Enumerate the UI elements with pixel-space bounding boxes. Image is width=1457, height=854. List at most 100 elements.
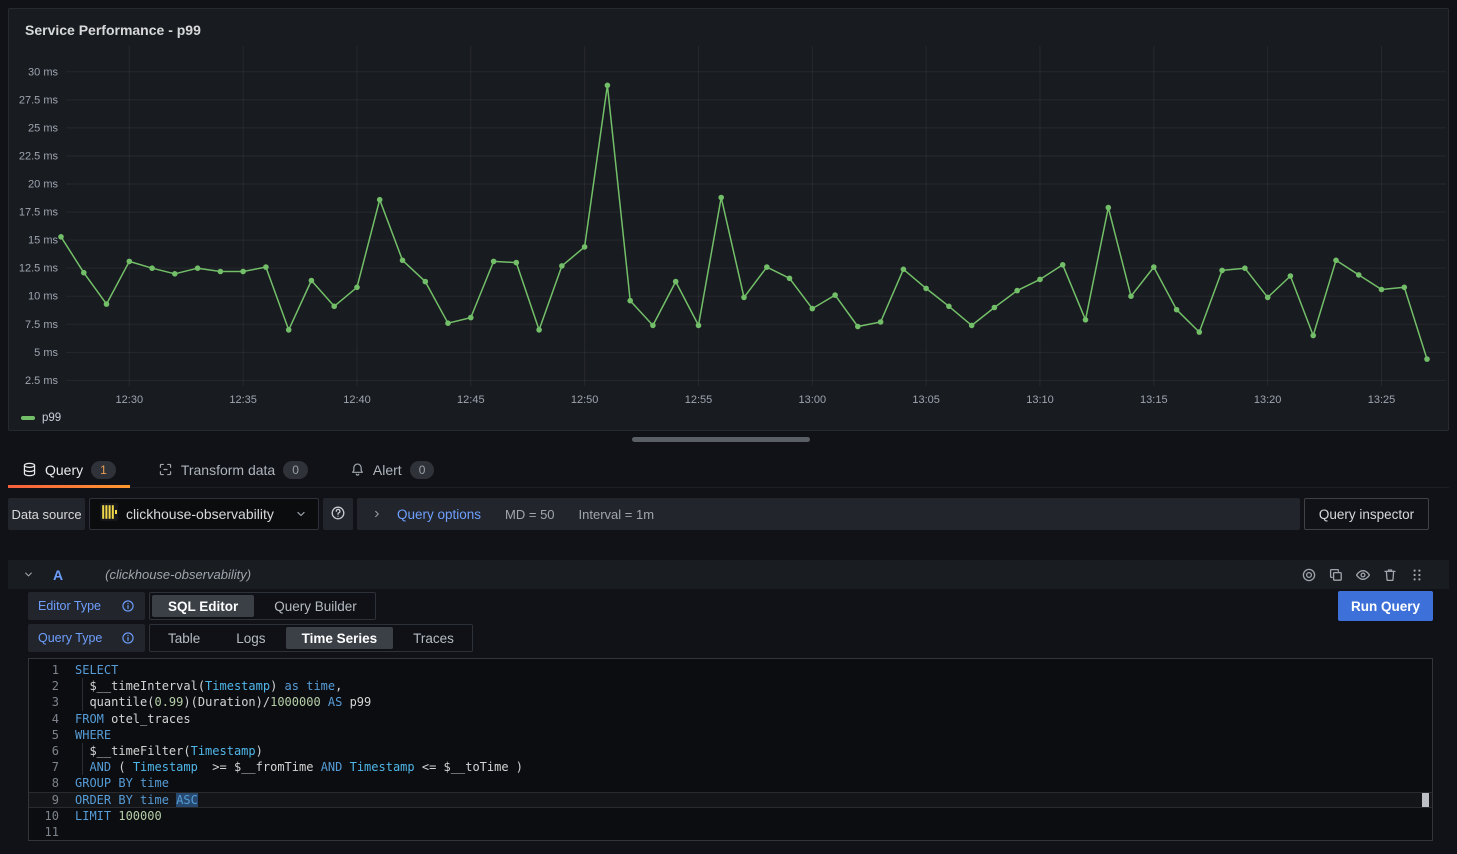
datasource-help-button[interactable] [323, 498, 353, 530]
interval-value: Interval = 1m [579, 507, 655, 522]
tab-transform-data[interactable]: Transform data 0 [144, 452, 322, 487]
code-line-2: 2 $__timeInterval(Timestamp) as time, [29, 678, 1432, 694]
query-row-header: A (clickhouse-observability) [8, 560, 1449, 589]
svg-text:12:40: 12:40 [343, 394, 371, 406]
svg-text:2.5 ms: 2.5 ms [25, 375, 59, 387]
info-circle-icon[interactable] [121, 631, 135, 645]
svg-text:13:25: 13:25 [1368, 394, 1396, 406]
line-number: 9 [29, 792, 75, 808]
svg-text:13:20: 13:20 [1254, 394, 1282, 406]
line-number: 10 [29, 808, 75, 824]
datasource-label: Data source [8, 498, 85, 530]
query-options-bar: Query options MD = 50 Interval = 1m [357, 498, 1300, 530]
code-line-5: 5WHERE [29, 727, 1432, 743]
tab-count-badge: 0 [410, 461, 435, 479]
svg-text:10 ms: 10 ms [28, 291, 58, 303]
code-line-7: 7 AND ( Timestamp >= $__fromTime AND Tim… [29, 759, 1432, 775]
question-circle-icon [330, 505, 346, 524]
tab-label: Query [45, 462, 83, 478]
panel-editor-tabs: Query 1 Transform data 0 Alert 0 [8, 452, 1449, 488]
line-number: 1 [29, 662, 75, 678]
code-line-9: 9ORDER BY time ASC [29, 792, 1432, 808]
query-options-link[interactable]: Query options [397, 507, 481, 522]
query-datasource-hint: (clickhouse-observability) [105, 567, 251, 582]
tab-query[interactable]: Query 1 [8, 452, 130, 487]
query-actions [1301, 567, 1425, 583]
toggle-option-table[interactable]: Table [152, 627, 216, 649]
timeseries-panel: Service Performance - p99 2.5 ms5 ms7.5 … [8, 8, 1449, 431]
legend-item-p99[interactable]: p99 [21, 412, 61, 424]
line-number: 11 [29, 824, 75, 840]
toggle-option-query-builder[interactable]: Query Builder [258, 595, 373, 617]
svg-text:17.5 ms: 17.5 ms [19, 207, 59, 219]
chevron-down-icon [294, 507, 308, 521]
legend-series-swatch [21, 416, 35, 420]
drag-handle-icon[interactable] [1409, 567, 1425, 583]
editor-type-label: Editor Type [28, 592, 145, 620]
code-line-6: 6 $__timeFilter(Timestamp) [29, 743, 1432, 759]
run-query-button[interactable]: Run Query [1338, 591, 1433, 621]
svg-text:7.5 ms: 7.5 ms [25, 319, 59, 331]
datasource-selected-value: clickhouse-observability [126, 506, 286, 522]
svg-text:5 ms: 5 ms [34, 347, 58, 359]
chevron-right-icon[interactable] [371, 508, 383, 520]
bell-icon [350, 462, 365, 477]
collapse-chevron-icon[interactable] [22, 568, 35, 581]
line-number: 7 [29, 759, 75, 775]
query-inspector-button[interactable]: Query inspector [1304, 498, 1429, 530]
svg-text:15 ms: 15 ms [28, 235, 58, 247]
toggle-option-sql-editor[interactable]: SQL Editor [152, 595, 254, 617]
copy-icon[interactable] [1328, 567, 1344, 583]
database-icon [22, 462, 37, 477]
transform-icon [158, 462, 173, 477]
line-number: 6 [29, 743, 75, 759]
code-line-1: 1SELECT [29, 662, 1432, 678]
toggle-option-time-series[interactable]: Time Series [286, 627, 394, 649]
trash-icon[interactable] [1382, 567, 1398, 583]
editor-type-toggle: SQL EditorQuery Builder [149, 592, 376, 620]
tab-count-badge: 0 [283, 461, 308, 479]
line-number: 3 [29, 694, 75, 710]
svg-text:12:30: 12:30 [116, 394, 144, 406]
svg-text:12:35: 12:35 [229, 394, 257, 406]
svg-text:20 ms: 20 ms [28, 179, 58, 191]
query-type-toggle: TableLogsTime SeriesTraces [149, 624, 473, 652]
svg-text:13:05: 13:05 [912, 394, 940, 406]
datasource-bar: Data source clickhouse-observability Que… [8, 498, 1429, 530]
tab-alert[interactable]: Alert 0 [336, 452, 448, 487]
clickhouse-logo [100, 503, 118, 526]
sql-code-editor[interactable]: 1SELECT2 $__timeInterval(Timestamp) as t… [28, 658, 1433, 841]
code-line-10: 10LIMIT 100000 [29, 808, 1432, 824]
max-data-points-value: MD = 50 [505, 507, 555, 522]
query-ref-id: A [53, 567, 63, 583]
svg-text:22.5 ms: 22.5 ms [19, 150, 59, 162]
editor-overview-cursor [1422, 793, 1429, 807]
toggle-option-traces[interactable]: Traces [397, 627, 470, 649]
svg-text:12.5 ms: 12.5 ms [19, 263, 59, 275]
legend-series-label: p99 [42, 412, 61, 424]
code-line-3: 3 quantile(0.99)(Duration)/1000000 AS p9… [29, 694, 1432, 710]
svg-text:13:00: 13:00 [799, 394, 827, 406]
svg-text:30 ms: 30 ms [28, 66, 58, 78]
line-number: 2 [29, 678, 75, 694]
code-line-8: 8GROUP BY time [29, 775, 1432, 791]
record-icon[interactable] [1301, 567, 1317, 583]
timeseries-chart[interactable]: 2.5 ms 5 ms 7.5 ms 10 ms 12.5 ms 15 ms 17.5 ms… [9, 9, 1450, 432]
code-line-4: 4FROM otel_traces [29, 711, 1432, 727]
eye-icon[interactable] [1355, 567, 1371, 583]
info-circle-icon[interactable] [121, 599, 135, 613]
horizontal-scrollbar-thumb[interactable] [632, 437, 810, 442]
tab-count-badge: 1 [91, 461, 116, 479]
svg-text:13:10: 13:10 [1026, 394, 1054, 406]
svg-text:27.5 ms: 27.5 ms [19, 94, 59, 106]
line-number: 4 [29, 711, 75, 727]
query-type-label: Query Type [28, 624, 145, 652]
code-line-11: 11 [29, 824, 1432, 840]
tab-label: Alert [373, 462, 402, 478]
tab-label: Transform data [181, 462, 275, 478]
line-number: 5 [29, 727, 75, 743]
svg-text:12:50: 12:50 [571, 394, 599, 406]
svg-text:25 ms: 25 ms [28, 122, 58, 134]
toggle-option-logs[interactable]: Logs [220, 627, 281, 649]
datasource-picker[interactable]: clickhouse-observability [89, 498, 319, 530]
